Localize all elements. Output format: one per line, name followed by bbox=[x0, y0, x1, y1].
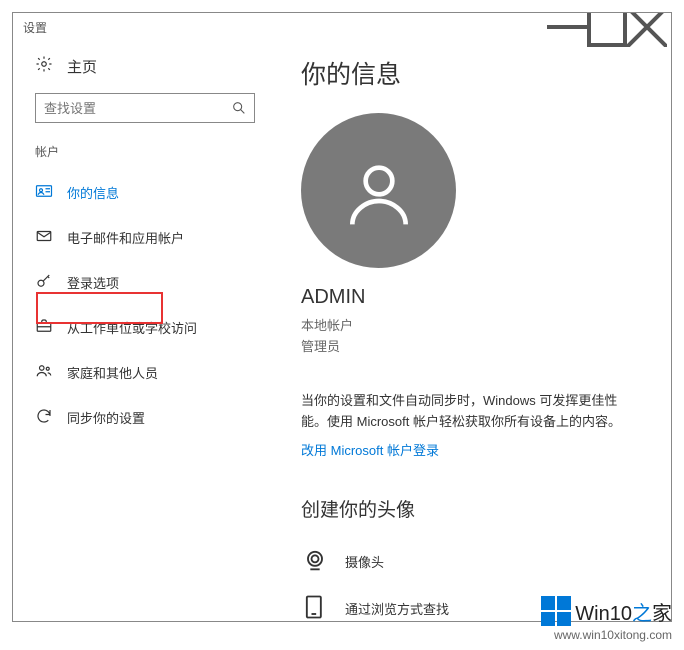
search-input[interactable] bbox=[35, 93, 255, 123]
camera-icon bbox=[301, 546, 329, 577]
camera-option[interactable]: 摄像头 bbox=[301, 538, 643, 585]
sidebar-item-family[interactable]: 家庭和其他人员 bbox=[13, 350, 273, 395]
windows-logo-icon bbox=[541, 596, 571, 626]
sidebar-item-label: 从工作单位或学校访问 bbox=[67, 318, 197, 337]
watermark-logo: Win10之家 bbox=[541, 596, 672, 626]
desc-text: 当你的设置和文件自动同步时，Windows 可发挥更佳性能。使用 Microso… bbox=[301, 391, 643, 433]
sidebar-item-label: 登录选项 bbox=[67, 273, 119, 292]
sidebar-item-email-accounts[interactable]: 电子邮件和应用帐户 bbox=[13, 215, 273, 260]
search-icon bbox=[231, 100, 247, 116]
user-icon bbox=[339, 151, 419, 231]
page-title: 你的信息 bbox=[301, 55, 643, 91]
browse-icon bbox=[301, 593, 329, 621]
sidebar-item-label: 你的信息 bbox=[67, 183, 119, 202]
user-role: 管理员 bbox=[301, 336, 643, 355]
sidebar-item-sync[interactable]: 同步你的设置 bbox=[13, 395, 273, 440]
sync-description: 当你的设置和文件自动同步时，Windows 可发挥更佳性能。使用 Microso… bbox=[301, 391, 643, 461]
sidebar-item-label: 同步你的设置 bbox=[67, 408, 145, 427]
people-icon bbox=[35, 362, 53, 383]
avatar-section-heading: 创建你的头像 bbox=[301, 495, 643, 522]
window-title: 设置 bbox=[23, 19, 547, 36]
home-button[interactable]: 主页 bbox=[13, 49, 273, 93]
main-panel: 你的信息 ADMIN 本地帐户 管理员 当你的设置和文件自动同步时，Window… bbox=[273, 41, 671, 621]
search-row bbox=[13, 93, 273, 139]
watermark: Win10之家 www.win10xitong.com bbox=[541, 596, 672, 642]
home-label: 主页 bbox=[67, 56, 97, 77]
window-controls bbox=[547, 13, 667, 41]
mail-icon bbox=[35, 227, 53, 248]
search-wrap bbox=[35, 93, 255, 123]
sidebar-item-your-info[interactable]: 你的信息 bbox=[13, 170, 273, 215]
sidebar: 主页 帐户 你的信息 电子邮件和应用帐户 bbox=[13, 41, 273, 621]
account-type: 本地帐户 bbox=[301, 315, 643, 334]
sidebar-item-signin-options[interactable]: 登录选项 bbox=[13, 260, 273, 305]
person-card-icon bbox=[35, 182, 53, 203]
maximize-button[interactable] bbox=[587, 13, 627, 41]
briefcase-icon bbox=[35, 317, 53, 338]
close-button[interactable] bbox=[627, 13, 667, 41]
gear-icon bbox=[35, 55, 53, 77]
avatar bbox=[301, 113, 456, 268]
user-name: ADMIN bbox=[301, 286, 643, 309]
sync-icon bbox=[35, 407, 53, 428]
watermark-brand: Win10之家 bbox=[575, 597, 672, 626]
browse-label: 通过浏览方式查找 bbox=[345, 599, 449, 618]
ms-signin-link[interactable]: 改用 Microsoft 帐户登录 bbox=[301, 441, 439, 462]
settings-window: 设置 主页 bbox=[12, 12, 672, 622]
category-label: 帐户 bbox=[13, 139, 273, 170]
sidebar-item-label: 电子邮件和应用帐户 bbox=[67, 228, 184, 247]
camera-label: 摄像头 bbox=[345, 552, 384, 571]
content-area: 主页 帐户 你的信息 电子邮件和应用帐户 bbox=[13, 41, 671, 621]
key-icon bbox=[35, 272, 53, 293]
minimize-button[interactable] bbox=[547, 13, 587, 41]
watermark-url: www.win10xitong.com bbox=[541, 628, 672, 642]
sidebar-item-label: 家庭和其他人员 bbox=[67, 363, 158, 382]
titlebar: 设置 bbox=[13, 13, 671, 41]
sidebar-item-work-access[interactable]: 从工作单位或学校访问 bbox=[13, 305, 273, 350]
